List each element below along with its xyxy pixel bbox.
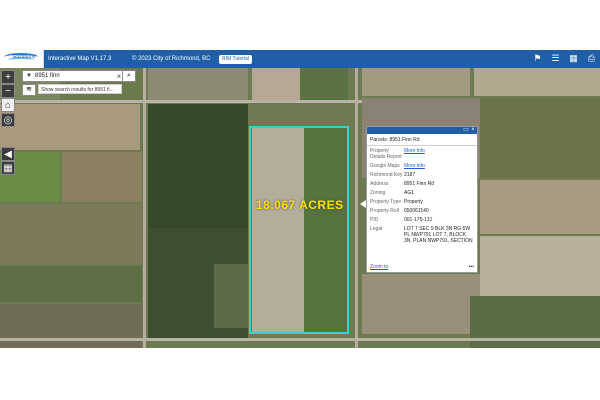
grid-icon[interactable]: ▦ [1, 161, 15, 175]
logo-text: Richmond [13, 54, 36, 60]
popup-row: Zoning AG1 [370, 190, 474, 196]
parcel-popup: ▭ × Parcels: 8951 Finn Rd Property Detai… [366, 126, 478, 273]
row-value: 050061140 [404, 208, 429, 214]
google-maps-link[interactable]: More info [404, 163, 474, 169]
top-bar: Richmond Interactive Map V1.17.3 © 2023 … [0, 50, 600, 68]
list-icon[interactable]: ☰ [551, 53, 560, 64]
popup-row: Property Roll 050061140 [370, 208, 474, 214]
row-value: 001-175-131 [404, 217, 433, 223]
layers-icon[interactable]: ⚑ [533, 53, 542, 64]
popup-row: PID 001-175-131 [370, 217, 474, 223]
app-title: Interactive Map V1.17.3 [48, 56, 112, 62]
page-footer-area [0, 348, 600, 400]
locate-button[interactable]: ◎ [1, 113, 15, 127]
print-icon[interactable]: ⎙ [587, 53, 596, 64]
popup-body: Property Details Report More info Google… [367, 146, 477, 268]
row-label: Property Roll [370, 208, 399, 214]
close-icon[interactable]: × [470, 127, 476, 134]
copyright-text: © 2023 City of Richmond, BC [132, 56, 211, 62]
chevron-down-icon[interactable]: ▼ [23, 73, 35, 79]
search-suggestion[interactable]: Show search results for 8951 fi... [38, 84, 122, 94]
row-label: Property Details Report [370, 148, 402, 160]
popup-row: Property Type Property [370, 199, 474, 205]
search-input[interactable]: 8951 finn [35, 73, 115, 79]
layers-toggle-button[interactable]: ≋ [22, 84, 36, 96]
row-label: Richmond Key [370, 172, 403, 178]
zoom-in-button[interactable]: + [1, 70, 15, 84]
row-label: Legal [370, 226, 383, 232]
search-icon: ⌕ [127, 72, 131, 79]
row-label: PID [370, 217, 379, 223]
page: Richmond Interactive Map V1.17.3 © 2023 … [0, 0, 600, 400]
popup-title: Parcels: 8951 Finn Rd [367, 134, 477, 146]
popup-header-bar: ▭ × [367, 127, 477, 134]
zoom-out-button[interactable]: − [1, 84, 15, 98]
table-icon[interactable]: ▦ [569, 53, 578, 64]
row-value: 2187 [404, 172, 416, 178]
row-label: Zoning [370, 190, 386, 196]
popup-row: Richmond Key 2187 [370, 172, 474, 178]
layers-icon: ≋ [26, 86, 32, 93]
parcel-outline[interactable] [249, 126, 349, 334]
search-box[interactable]: ▼ 8951 finn × [22, 70, 124, 82]
acres-label: 18.067 ACRES [256, 198, 344, 212]
collapse-left-button[interactable]: ◀ [1, 147, 15, 161]
property-details-link[interactable]: More info [404, 148, 474, 160]
rim-tutorial-button[interactable]: RIM Tutorial [219, 54, 252, 64]
row-value: AG1 [404, 190, 415, 196]
popup-row: Address 8951 Finn Rd [370, 181, 474, 187]
search-button[interactable]: ⌕ [122, 70, 136, 82]
row-value: LOT 7 SEC 9 BLK 3N RG 6W PL NWP791 LOT 7… [404, 226, 473, 244]
popup-row: Google Maps More info [370, 163, 474, 169]
zoom-to-link[interactable]: Zoom to [370, 264, 388, 271]
maximize-icon[interactable]: ▭ [463, 127, 469, 134]
home-button[interactable]: ⌂ [1, 98, 15, 112]
popup-footer: Zoom to ••• [370, 264, 474, 271]
row-label: Property Type [370, 199, 402, 205]
richmond-logo[interactable]: Richmond [0, 50, 44, 68]
row-value: 8951 Finn Rd [404, 181, 435, 187]
popup-row: Property Details Report More info [370, 148, 474, 160]
row-value: Property [404, 199, 423, 205]
row-label: Google Maps [370, 163, 400, 169]
more-actions-button[interactable]: ••• [469, 264, 474, 271]
row-label: Address [370, 181, 389, 187]
map-view[interactable]: 18.067 ACRES [0, 68, 600, 348]
popup-row: Legal LOT 7 SEC 9 BLK 3N RG 6W PL NWP791… [370, 226, 474, 244]
